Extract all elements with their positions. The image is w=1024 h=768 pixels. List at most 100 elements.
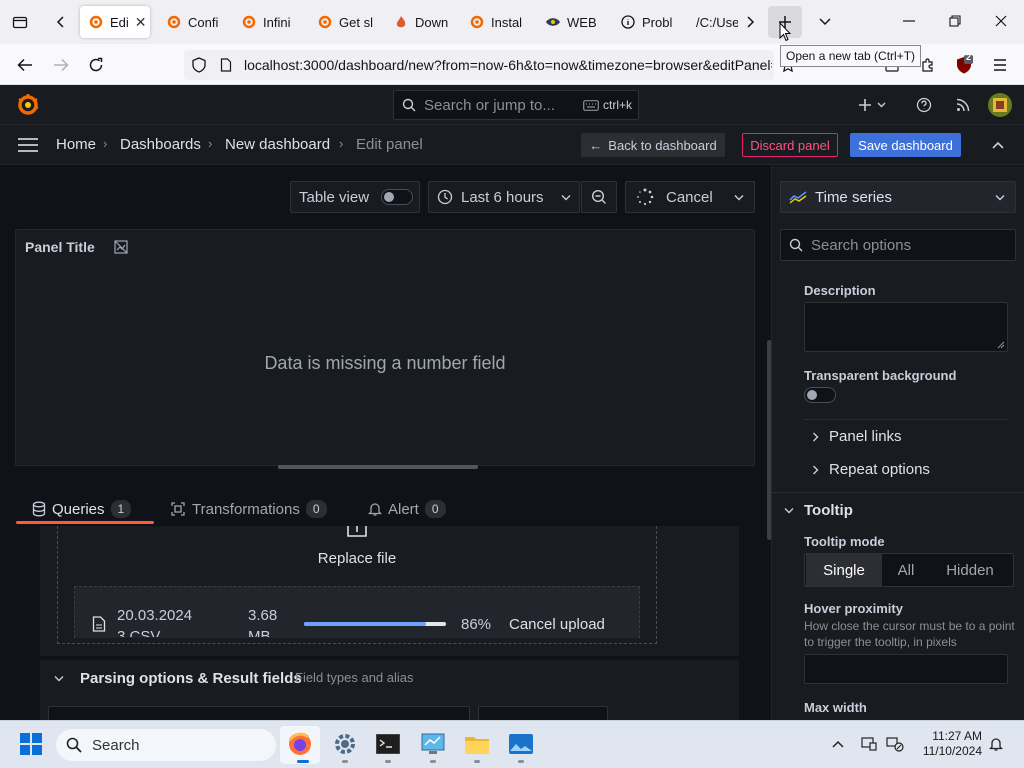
browser-tab[interactable]: Down [393, 6, 455, 38]
add-new-menu-icon[interactable] [852, 94, 892, 116]
extension-badge: 2 [966, 52, 972, 62]
tablet-mode-icon[interactable] [859, 734, 879, 754]
reload-icon[interactable] [83, 52, 109, 78]
table-view-toggle[interactable]: Table view [290, 181, 420, 213]
grafana-search-input[interactable]: Search or jump to... ctrl+k [393, 90, 639, 120]
description-textarea[interactable] [804, 302, 1008, 352]
repeat-options-section[interactable]: Repeat options [812, 461, 930, 478]
max-width-label: Max width [804, 700, 867, 715]
network-disconnected-icon[interactable] [884, 734, 906, 754]
breadcrumb-home[interactable]: Home [56, 136, 96, 153]
browser-tab-active[interactable]: Edi ✕ [80, 6, 150, 38]
grafana-logo-icon[interactable] [16, 93, 40, 117]
collapse-chevron-up-icon[interactable] [987, 134, 1009, 156]
panel-resize-handle[interactable] [278, 465, 478, 469]
tab-label: Transformations [192, 500, 300, 518]
running-indicator [518, 760, 524, 763]
tab-list-chevron-icon[interactable] [812, 10, 838, 34]
transparent-background-switch[interactable] [804, 387, 836, 403]
time-range-picker[interactable]: Last 6 hours [428, 181, 580, 213]
notifications-bell-icon[interactable] [986, 734, 1006, 754]
field-input[interactable] [478, 706, 608, 720]
field-input[interactable] [48, 706, 470, 720]
panel-title[interactable]: Panel Title [25, 239, 95, 255]
windows-start-icon[interactable] [20, 733, 42, 755]
bell-icon [368, 501, 382, 517]
mouse-cursor-icon [779, 22, 791, 42]
terminal-icon[interactable] [374, 730, 402, 758]
browser-tab[interactable]: Infini [241, 6, 303, 38]
keyboard-icon [583, 99, 599, 111]
cancel-upload-button[interactable]: Cancel upload [509, 616, 605, 633]
tab-close-icon[interactable]: ✕ [135, 14, 147, 31]
tab-label: Instal [491, 14, 523, 30]
tab-overview-icon[interactable] [8, 10, 32, 34]
discard-panel-button[interactable]: Discard panel [742, 133, 838, 157]
tab-scroll-right-icon[interactable] [740, 10, 760, 34]
back-to-dashboard-button[interactable]: ← Back to dashboard [581, 133, 725, 157]
app-menu-icon[interactable] [988, 53, 1012, 77]
save-dashboard-button[interactable]: Save dashboard [850, 133, 961, 157]
url-text[interactable]: localhost:3000/dashboard/new?from=now-6h… [244, 57, 772, 73]
chevron-down-icon [995, 194, 1005, 201]
browser-tab[interactable]: Confi [166, 6, 226, 38]
hover-proximity-input[interactable] [804, 654, 1008, 684]
breadcrumb-new-dashboard[interactable]: New dashboard [225, 136, 330, 153]
settings-gear-icon[interactable] [331, 730, 359, 758]
refresh-cancel-picker[interactable]: Cancel [625, 181, 755, 213]
tab-transformations[interactable]: Transformations 0 [170, 495, 327, 523]
menu-hamburger-icon[interactable] [16, 134, 40, 156]
minimize-window-icon[interactable] [896, 8, 922, 34]
forward-arrow-icon[interactable] [48, 52, 74, 78]
resize-grip-icon[interactable] [995, 339, 1005, 349]
hover-proximity-description: How close the cursor must be to a point … [804, 619, 1015, 649]
switch-icon[interactable] [381, 189, 414, 205]
show-hidden-icons-chevron-icon[interactable] [828, 734, 848, 754]
upload-file-size: 3.68 MB [248, 607, 278, 637]
back-arrow-icon[interactable] [12, 52, 38, 78]
clock-date: 11/10/2024 [922, 744, 982, 758]
tab-scroll-left-icon[interactable] [50, 10, 72, 34]
tab-alert[interactable]: Alert 0 [368, 495, 446, 523]
database-icon [32, 501, 46, 517]
running-indicator [474, 760, 480, 763]
breadcrumb-dashboards[interactable]: Dashboards [120, 136, 201, 153]
user-avatar[interactable] [988, 93, 1012, 117]
options-search-input[interactable]: Search options [780, 229, 1016, 261]
ublock-extension-icon[interactable]: 2 [952, 52, 976, 77]
browser-tab[interactable]: Instal [469, 6, 531, 38]
grafana-favicon-icon [317, 14, 333, 30]
running-indicator [297, 760, 309, 763]
running-indicator [430, 760, 436, 763]
tab-queries[interactable]: Queries 1 [32, 495, 132, 523]
tooltip-mode-hidden[interactable]: Hidden [932, 554, 1008, 586]
close-window-icon[interactable] [988, 8, 1014, 34]
browser-tab[interactable]: WEB [545, 6, 597, 38]
tooltip-mode-all[interactable]: All [884, 554, 928, 586]
restore-window-icon[interactable] [942, 8, 968, 34]
photos-icon[interactable] [507, 730, 535, 758]
transparent-background-label: Transparent background [804, 368, 957, 383]
browser-tab[interactable]: Get sl [317, 6, 379, 38]
news-rss-icon[interactable] [951, 94, 975, 116]
browser-tab[interactable]: /C:/Use [696, 6, 738, 38]
browser-tab[interactable]: Probl [620, 6, 675, 38]
taskbar-clock[interactable]: 11:27 AM 11/10/2024 [912, 729, 982, 759]
firefox-icon[interactable] [286, 730, 314, 758]
upload-progress-fill [304, 622, 427, 626]
page-info-icon[interactable] [216, 53, 236, 77]
visualization-picker[interactable]: Time series [780, 181, 1016, 213]
tooltip-section-header[interactable]: Tooltip [784, 502, 853, 519]
panel-links-section[interactable]: Panel links [812, 428, 902, 445]
zoom-out-button[interactable] [581, 181, 617, 213]
tab-label: Down [415, 14, 449, 30]
tooltip-mode-single[interactable]: Single [806, 554, 882, 586]
file-explorer-icon[interactable] [463, 730, 491, 758]
new-tab-tooltip: Open a new tab (Ctrl+T) [780, 45, 922, 67]
replace-file-button[interactable]: Replace file [57, 550, 657, 567]
help-icon[interactable] [912, 94, 936, 116]
taskbar-search-box[interactable]: Search [56, 729, 276, 761]
shield-icon[interactable] [188, 53, 210, 77]
control-panel-icon[interactable] [419, 730, 447, 758]
keyboard-shortcut-hint: ctrl+k [583, 98, 632, 112]
